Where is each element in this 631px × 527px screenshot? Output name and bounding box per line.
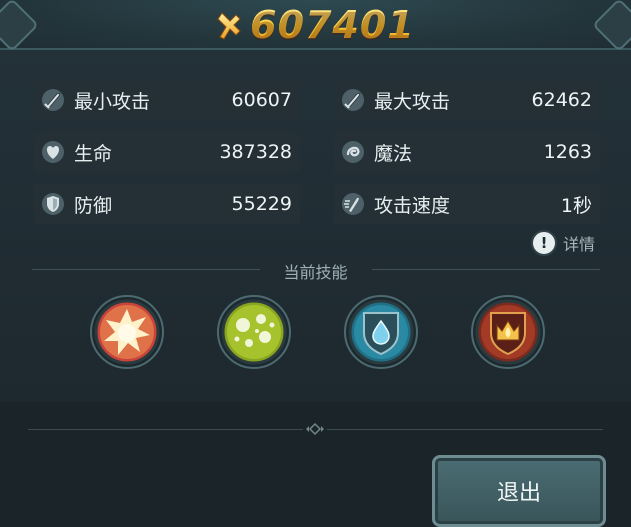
details-link[interactable]: ! 详情 bbox=[531, 230, 595, 256]
stat-min-attack: 最小攻击 60607 bbox=[34, 80, 300, 120]
combat-power-icon bbox=[217, 12, 241, 40]
stat-value: 55229 bbox=[231, 193, 292, 215]
stat-label: 防御 bbox=[74, 194, 113, 217]
stat-label: 魔法 bbox=[374, 142, 413, 165]
stat-value: 60607 bbox=[231, 89, 292, 111]
sword-icon bbox=[340, 87, 366, 113]
skills-title: 当前技能 bbox=[283, 263, 348, 282]
info-icon: ! bbox=[531, 230, 557, 256]
stat-defense: 防御 55229 bbox=[34, 184, 300, 224]
exit-button[interactable]: 退出 bbox=[432, 455, 606, 527]
stat-label: 最小攻击 bbox=[74, 90, 151, 113]
magic-swirl-icon bbox=[340, 139, 366, 165]
stat-attack-speed: 攻击速度 1秒 bbox=[334, 184, 600, 224]
speed-icon bbox=[340, 191, 366, 217]
stat-hp: 生命 387328 bbox=[34, 132, 300, 172]
combat-power-value: 607401 bbox=[250, 3, 415, 47]
stat-value: 1秒 bbox=[560, 194, 592, 217]
combat-power: 607401 bbox=[0, 2, 631, 48]
details-label: 详情 bbox=[563, 235, 596, 254]
stat-label: 生命 bbox=[74, 142, 113, 165]
fire-crown-skill-icon[interactable] bbox=[471, 295, 545, 369]
stat-mp: 魔法 1263 bbox=[334, 132, 600, 172]
exit-button-label: 退出 bbox=[496, 481, 541, 506]
character-stats-panel: 607401 最小攻击 60607 最大攻击 62462 生命 387328 魔… bbox=[0, 0, 631, 527]
explosion-skill-icon[interactable] bbox=[90, 295, 164, 369]
water-drop-skill-icon[interactable] bbox=[344, 295, 418, 369]
stat-label: 攻击速度 bbox=[374, 194, 451, 217]
stat-label: 最大攻击 bbox=[374, 90, 451, 113]
stat-value: 387328 bbox=[219, 141, 292, 163]
sword-icon bbox=[40, 87, 66, 113]
stat-max-attack: 最大攻击 62462 bbox=[334, 80, 600, 120]
heart-icon bbox=[40, 139, 66, 165]
divider-line bbox=[372, 269, 600, 270]
stat-value: 62462 bbox=[531, 89, 592, 111]
divider-ornament-icon bbox=[303, 422, 327, 436]
skills-section-header: 当前技能 bbox=[0, 258, 631, 282]
shield-icon bbox=[40, 191, 66, 217]
poison-bubbles-skill-icon[interactable] bbox=[217, 295, 291, 369]
stat-value: 1263 bbox=[543, 141, 592, 163]
